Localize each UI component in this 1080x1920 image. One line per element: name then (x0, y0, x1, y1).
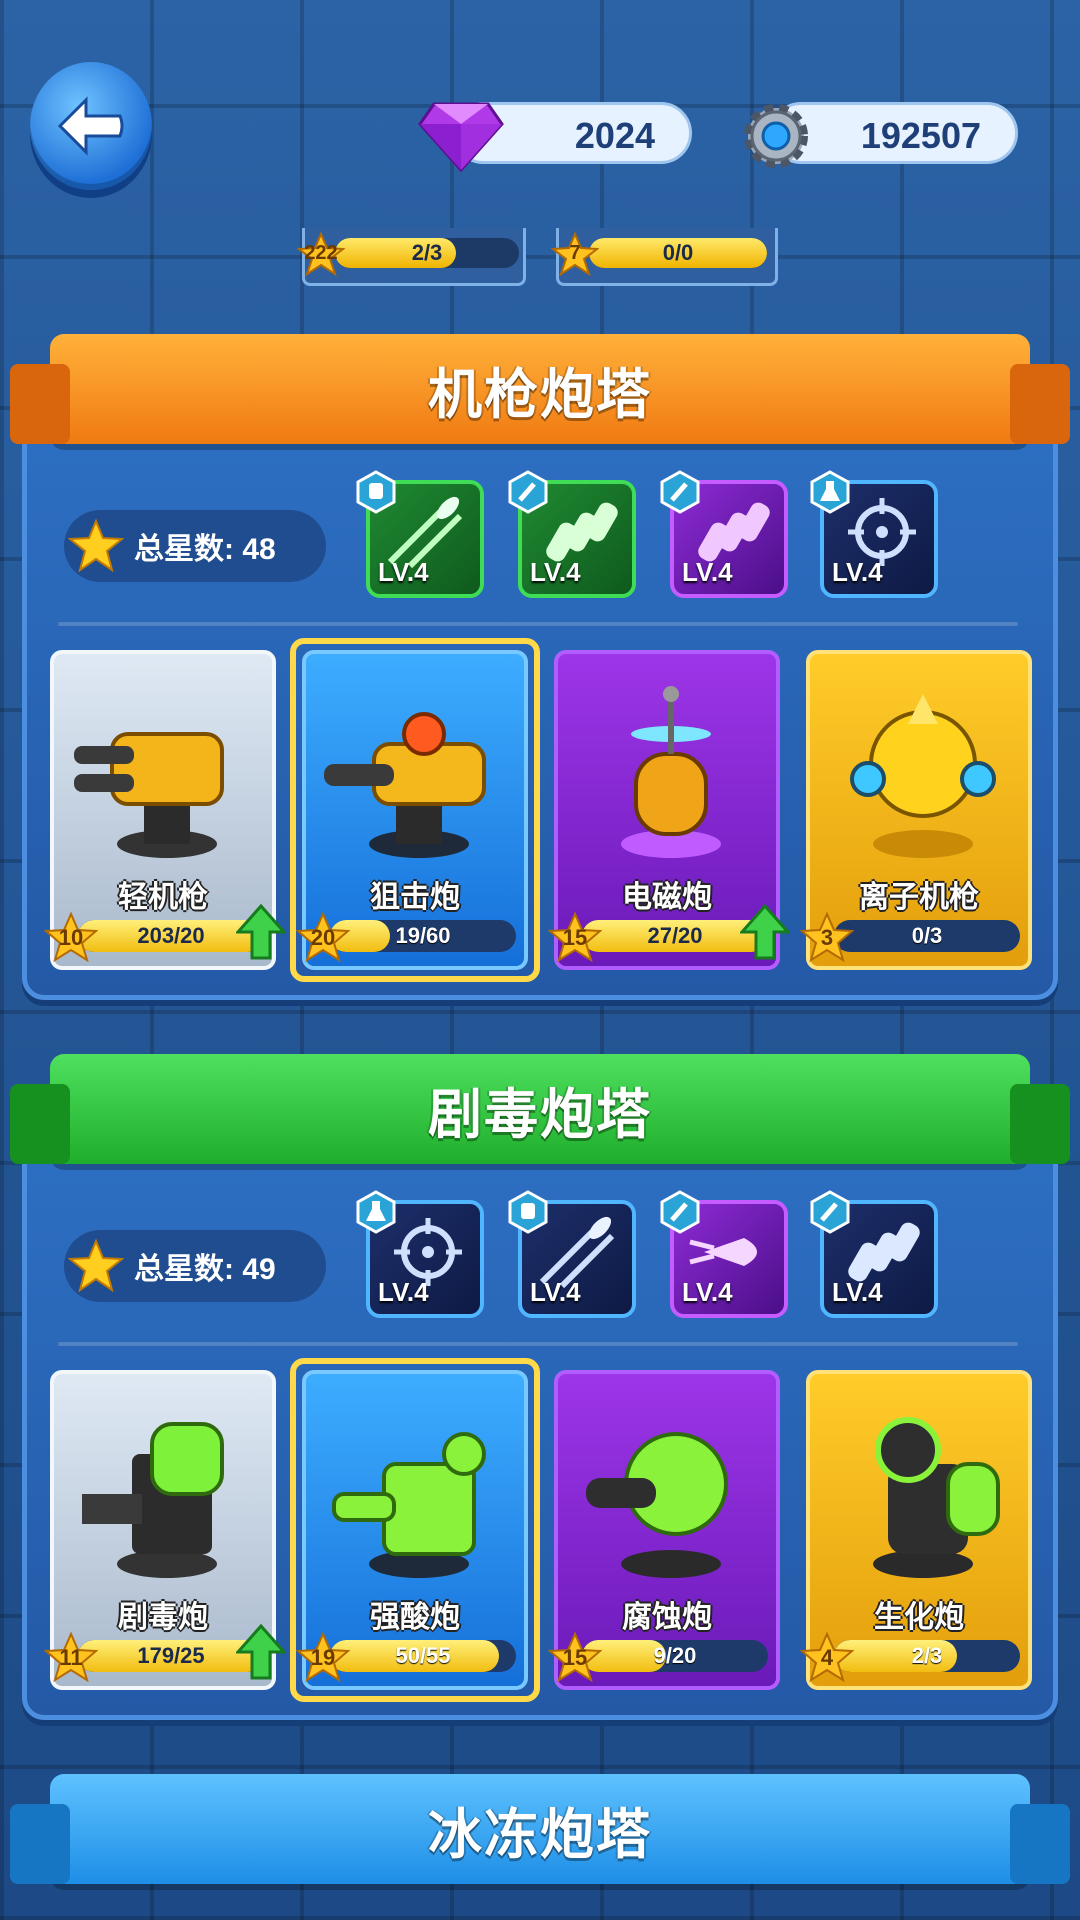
tower-name: 生化炮 (874, 1601, 964, 1634)
back-button[interactable] (30, 62, 152, 190)
tower-card-poison-cannon[interactable]: 剧毒炮 179/25 11 (43, 1370, 286, 1690)
upgrade-level: LV.4 (530, 1277, 581, 1307)
upgrade-slot-4[interactable]: LV.4 (810, 1190, 938, 1318)
upgrade-level: LV.4 (682, 1277, 733, 1307)
upgrade-level: LV.4 (530, 557, 581, 587)
section-machine-gun: 机枪炮塔 总星数: 48 LV.4 LV.4 LV.4 LV.4 轻机枪 203… (10, 330, 1070, 1010)
partial-card-1[interactable]: 2/3 222 (296, 228, 526, 286)
star-level-badge: 4 (799, 1631, 855, 1683)
star-total: 总星数: 48 (64, 510, 326, 582)
tower-card-corrosion-cannon[interactable]: 腐蚀炮 9/20 15 (547, 1370, 780, 1690)
tower-card-biochemical-cannon[interactable]: 生化炮 2/3 4 (799, 1370, 1032, 1690)
star-icon (68, 519, 124, 573)
divider (58, 622, 1018, 626)
star-level-badge: 3 (799, 911, 855, 963)
section-title: 冰冻炮塔 (428, 1804, 652, 1865)
gem-amount: 2024 (574, 115, 655, 156)
section-title-ribbon: 冰冻炮塔 (10, 1774, 1070, 1884)
progress-bar: 9/20 (582, 1640, 768, 1672)
upgrade-level: LV.4 (832, 557, 883, 587)
robot-icon (508, 1190, 548, 1234)
progress-text: 0/0 (662, 240, 694, 265)
star-level-badge: 15 (547, 911, 603, 963)
star-level-badge: 222 (296, 231, 346, 277)
section-title-ribbon: 机枪炮塔 (10, 334, 1070, 444)
progress-bar: 0/3 (834, 920, 1020, 952)
section-title: 机枪炮塔 (428, 364, 652, 425)
upgrade-slot-1[interactable]: LV.4 (356, 470, 484, 598)
upgrade-slot-1[interactable]: LV.4 (356, 1190, 484, 1318)
star-level-badge: 7 (550, 231, 600, 277)
wrench-icon (508, 470, 548, 514)
tower-name: 离子机枪 (859, 881, 979, 914)
upgrade-level: LV.4 (378, 557, 429, 587)
section-title: 剧毒炮塔 (428, 1084, 652, 1145)
progress-text: 2/3 (411, 240, 443, 265)
upgrade-arrow-icon (236, 1624, 286, 1680)
wrench-icon (810, 1190, 850, 1234)
upgrade-arrow-icon (236, 904, 286, 960)
progress-bar: 0/0 (589, 238, 767, 268)
gem-icon (418, 102, 504, 172)
tower-card-electromagnetic-cannon[interactable]: 电磁炮 27/20 15 (547, 650, 790, 970)
wrench-icon (660, 470, 700, 514)
progress-bar: 2/3 (834, 1640, 1020, 1672)
upgrade-slot-3[interactable]: LV.4 (660, 470, 788, 598)
turret-image (82, 1422, 224, 1578)
upgrade-arrow-icon (740, 904, 790, 960)
selection-frame (290, 638, 540, 982)
turret-image (621, 686, 721, 858)
star-total-label: 总星数: 48 (134, 533, 276, 566)
section-title-ribbon: 剧毒炮塔 (10, 1054, 1070, 1164)
upgrade-level: LV.4 (832, 1277, 883, 1307)
star-level-badge: 11 (43, 1631, 99, 1683)
divider (58, 1342, 1018, 1346)
star-total: 总星数: 49 (64, 1230, 326, 1302)
gear-icon (744, 104, 808, 168)
turret-image (873, 1417, 1000, 1578)
section-poison: 剧毒炮塔 总星数: 49 LV.4 LV.4 LV.4 LV.4 剧毒炮 179… (10, 1050, 1070, 1730)
tower-name: 腐蚀炮 (622, 1601, 712, 1634)
section-freeze: 冰冻炮塔 (10, 1770, 1070, 1920)
gear-amount: 192507 (860, 115, 981, 156)
upgrade-slot-2[interactable]: LV.4 (508, 470, 636, 598)
selection-frame (290, 1358, 540, 1702)
star-total-label: 总星数: 49 (134, 1253, 276, 1286)
turret-image (586, 1432, 728, 1578)
upgrade-level: LV.4 (378, 1277, 429, 1307)
star-level-badge: 10 (43, 911, 99, 963)
upgrade-level: LV.4 (682, 557, 733, 587)
upgrade-slot-4[interactable]: LV.4 (810, 470, 938, 598)
flask-icon (356, 1190, 396, 1234)
star-level-badge: 15 (547, 1631, 603, 1683)
tower-card-ion-machine-gun[interactable]: 离子机枪 0/3 3 (799, 650, 1032, 970)
tower-card-light-machine-gun[interactable]: 轻机枪 203/20 10 (43, 650, 286, 970)
turret-image (850, 694, 996, 858)
progress-bar: 2/3 (335, 238, 519, 268)
upgrade-slot-2[interactable]: LV.4 (508, 1190, 636, 1318)
partial-card-2[interactable]: 0/0 7 (550, 228, 778, 286)
back-arrow-icon (57, 96, 124, 156)
robot-icon (356, 470, 396, 514)
wrench-icon (660, 1190, 700, 1234)
turret-image (74, 732, 224, 858)
star-icon (68, 1239, 124, 1293)
flask-icon (810, 470, 850, 514)
upgrade-slot-3[interactable]: LV.4 (660, 1190, 788, 1318)
